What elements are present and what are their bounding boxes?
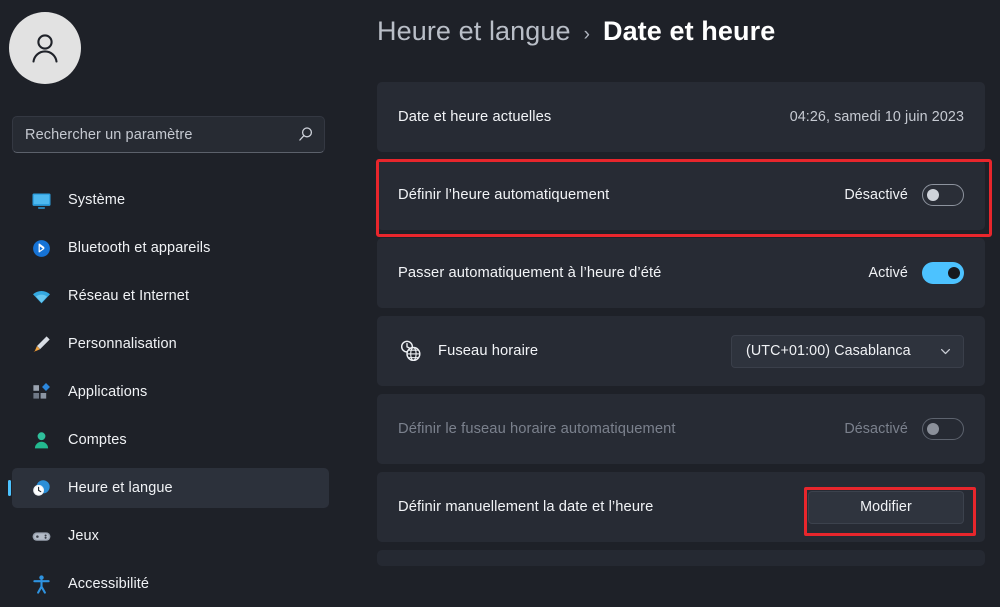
row-left: Passer automatiquement à l’heure d’été [398, 265, 868, 281]
row-label: Passer automatiquement à l’heure d’été [398, 265, 661, 281]
row-right: Activé [868, 262, 964, 284]
timezone-dropdown[interactable]: (UTC+01:00) Casablanca [731, 335, 964, 368]
row-label: Date et heure actuelles [398, 109, 551, 125]
auto-timezone-row: Définir le fuseau horaire automatiquemen… [377, 394, 985, 464]
sidebar-item-heure-et-langue[interactable]: Heure et langue [12, 468, 329, 508]
sidebar-item-label: Système [68, 192, 125, 208]
sidebar-item-label: Applications [68, 384, 147, 400]
row-right: 04:26, samedi 10 juin 2023 [790, 109, 964, 125]
row-left: Définir manuellement la date et l’heure [398, 499, 808, 515]
sidebar-item-label: Jeux [68, 528, 99, 544]
wifi-icon [30, 285, 52, 307]
row-label: Fuseau horaire [438, 343, 538, 359]
row-left: Fuseau horaire [398, 338, 731, 364]
auto-timezone-toggle [922, 418, 964, 440]
dst-row[interactable]: Passer automatiquement à l’heure d’été A… [377, 238, 985, 308]
sidebar-item-label: Réseau et Internet [68, 288, 189, 304]
settings-window: Système Bluetooth et appareils [0, 0, 1000, 607]
chevron-down-icon [939, 345, 952, 358]
breadcrumb-parent-link[interactable]: Heure et langue [377, 16, 571, 47]
breadcrumb-separator-icon: › [584, 24, 590, 46]
toggle-knob [927, 189, 939, 201]
toggle-knob [948, 267, 960, 279]
clock-globe-icon [398, 338, 424, 364]
sidebar: Système Bluetooth et appareils [0, 0, 360, 607]
row-right: (UTC+01:00) Casablanca [731, 335, 964, 368]
auto-time-toggle[interactable] [922, 184, 964, 206]
modifier-button[interactable]: Modifier [808, 491, 964, 524]
row-left: Définir le fuseau horaire automatiquemen… [398, 421, 844, 437]
sidebar-item-label: Comptes [68, 432, 127, 448]
avatar[interactable] [9, 12, 81, 84]
search-input[interactable] [25, 127, 297, 143]
auto-timezone-state-label: Désactivé [844, 421, 908, 437]
breadcrumb: Heure et langue › Date et heure [377, 16, 775, 47]
selection-accent-bar [8, 480, 11, 496]
sidebar-item-label: Accessibilité [68, 576, 149, 592]
search-box[interactable] [12, 116, 325, 153]
sidebar-nav: Système Bluetooth et appareils [0, 180, 360, 607]
row-label: Définir manuellement la date et l’heure [398, 499, 653, 515]
next-card-partial [377, 550, 985, 566]
clock-globe-icon [30, 477, 52, 499]
timezone-row[interactable]: Fuseau horaire (UTC+01:00) Casablanca [377, 316, 985, 386]
manual-datetime-row: Définir manuellement la date et l’heure … [377, 472, 985, 542]
main-content: Heure et langue › Date et heure Date et … [360, 0, 1000, 607]
search-icon[interactable] [297, 126, 314, 143]
gamepad-icon [30, 525, 52, 547]
modifier-button-label: Modifier [860, 499, 912, 515]
row-left: Définir l’heure automatiquement [398, 187, 844, 203]
sidebar-item-comptes[interactable]: Comptes [12, 420, 329, 460]
current-datetime-value: 04:26, samedi 10 juin 2023 [790, 109, 964, 125]
toggle-knob [927, 423, 939, 435]
sidebar-item-label: Personnalisation [68, 336, 177, 352]
page-title: Date et heure [603, 16, 775, 47]
row-right: Désactivé [844, 184, 964, 206]
sidebar-item-label: Heure et langue [68, 480, 173, 496]
sidebar-item-personnalisation[interactable]: Personnalisation [12, 324, 329, 364]
bluetooth-icon [30, 237, 52, 259]
dst-toggle[interactable] [922, 262, 964, 284]
sidebar-item-bluetooth[interactable]: Bluetooth et appareils [12, 228, 329, 268]
sidebar-item-label: Bluetooth et appareils [68, 240, 210, 256]
paintbrush-icon [30, 333, 52, 355]
auto-time-state-label: Désactivé [844, 187, 908, 203]
row-label: Définir le fuseau horaire automatiquemen… [398, 421, 676, 437]
settings-card-list: Date et heure actuelles 04:26, samedi 10… [377, 82, 985, 574]
sidebar-item-accessibilite[interactable]: Accessibilité [12, 564, 329, 604]
sidebar-item-systeme[interactable]: Système [12, 180, 329, 220]
person-icon [30, 429, 52, 451]
sidebar-item-jeux[interactable]: Jeux [12, 516, 329, 556]
row-left: Date et heure actuelles [398, 109, 790, 125]
auto-time-row[interactable]: Définir l’heure automatiquement Désactiv… [377, 160, 985, 230]
sidebar-item-reseau[interactable]: Réseau et Internet [12, 276, 329, 316]
accessibility-icon [30, 573, 52, 595]
person-avatar-icon [25, 28, 65, 68]
dst-state-label: Activé [868, 265, 908, 281]
timezone-selected-value: (UTC+01:00) Casablanca [746, 343, 939, 359]
monitor-icon [30, 189, 52, 211]
row-right: Désactivé [844, 418, 964, 440]
apps-icon [30, 381, 52, 403]
row-right: Modifier [808, 491, 964, 524]
sidebar-item-applications[interactable]: Applications [12, 372, 329, 412]
current-datetime-row: Date et heure actuelles 04:26, samedi 10… [377, 82, 985, 152]
row-label: Définir l’heure automatiquement [398, 187, 609, 203]
